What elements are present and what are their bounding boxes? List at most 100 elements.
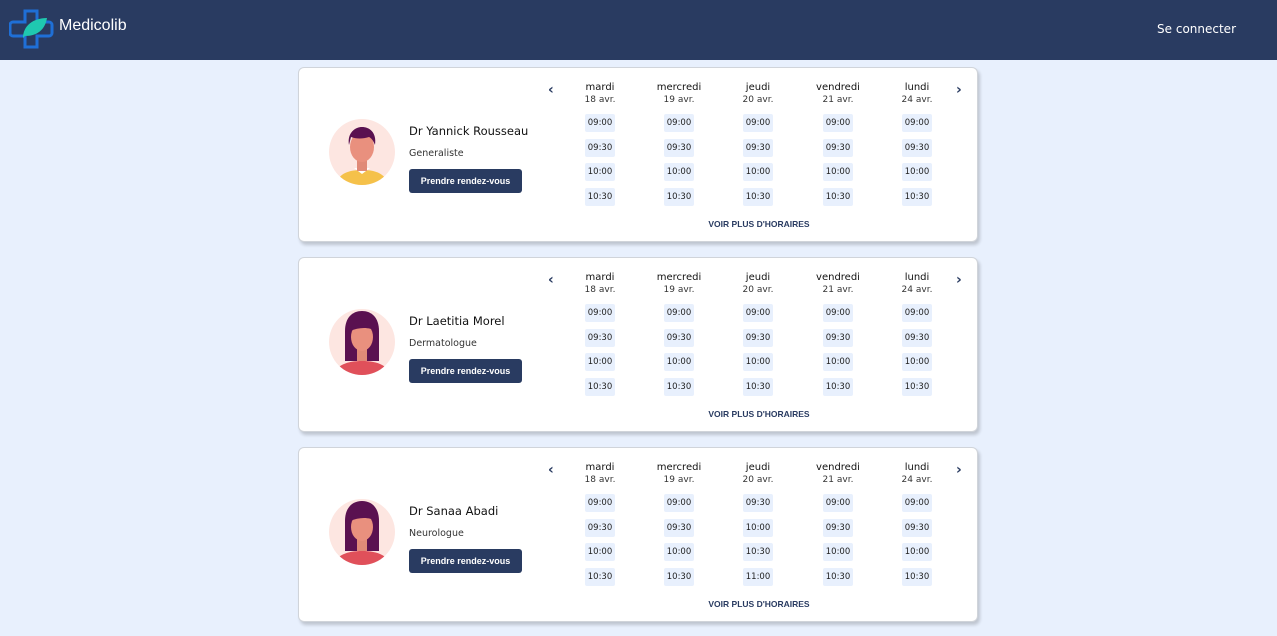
time-slot[interactable]: 10:00 (902, 163, 932, 181)
doctor-avatar (329, 499, 395, 565)
time-slot[interactable]: 09:30 (823, 518, 853, 537)
time-slot[interactable]: 09:00 (585, 114, 615, 132)
header: Medicolib Se connecter (0, 0, 1277, 60)
time-slot[interactable]: 10:00 (823, 163, 853, 181)
time-slot[interactable]: 10:00 (743, 163, 773, 181)
time-slot[interactable]: 10:30 (902, 567, 932, 586)
time-slot[interactable]: 09:30 (902, 518, 932, 537)
time-slot[interactable]: 09:30 (823, 138, 853, 157)
time-slot[interactable]: 10:00 (585, 543, 615, 561)
doctor-card: Dr Sanaa Abadi Neurologue Prendre rendez… (298, 447, 978, 622)
time-slot[interactable]: 10:30 (823, 567, 853, 586)
day-name: vendredi (816, 272, 860, 283)
more-times-link[interactable]: VOIR PLUS D'HORAIRES (299, 599, 979, 609)
doctor-card: Dr Yannick Rousseau Generaliste Prendre … (298, 67, 978, 242)
time-slot[interactable]: 09:30 (823, 328, 853, 347)
chevron-left-icon[interactable]: ‹ (548, 462, 554, 478)
book-appointment-button[interactable]: Prendre rendez-vous (409, 169, 522, 193)
doctor-name: Dr Sanaa Abadi (409, 504, 499, 518)
time-slot[interactable]: 09:00 (743, 114, 773, 132)
time-slot[interactable]: 10:30 (664, 567, 694, 586)
time-slot[interactable]: 09:30 (902, 328, 932, 347)
time-slot[interactable]: 09:30 (743, 494, 773, 512)
time-slot[interactable]: 10:00 (585, 353, 615, 371)
time-slot[interactable]: 09:00 (902, 494, 932, 512)
time-slot[interactable]: 10:30 (585, 377, 615, 396)
time-slot[interactable]: 09:00 (664, 114, 694, 132)
day-name: lundi (904, 462, 930, 473)
day-date: 24 avr. (901, 95, 933, 105)
chevron-left-icon[interactable]: ‹ (548, 82, 554, 98)
time-slot[interactable]: 09:30 (743, 138, 773, 157)
time-slot[interactable]: 10:30 (823, 187, 853, 206)
day-column: mercredi 19 avr. 09:00 09:30 10:00 10:30 (639, 462, 719, 592)
time-slot[interactable]: 10:30 (823, 377, 853, 396)
day-name: mardi (585, 82, 615, 93)
day-column: jeudi 20 avr. 09:00 09:30 10:00 10:30 (718, 272, 798, 402)
day-date: 18 avr. (584, 95, 616, 105)
more-times-link[interactable]: VOIR PLUS D'HORAIRES (299, 219, 979, 229)
time-slot[interactable]: 09:00 (585, 494, 615, 512)
time-slot[interactable]: 10:30 (743, 187, 773, 206)
time-slot[interactable]: 09:00 (902, 304, 932, 322)
time-slot[interactable]: 10:00 (823, 353, 853, 371)
day-date: 21 avr. (822, 285, 854, 295)
time-slot[interactable]: 09:30 (743, 328, 773, 347)
time-slot[interactable]: 10:00 (664, 163, 694, 181)
time-slot[interactable]: 09:00 (823, 494, 853, 512)
login-link[interactable]: Se connecter (1157, 22, 1236, 36)
more-times-link[interactable]: VOIR PLUS D'HORAIRES (299, 409, 979, 419)
time-slot[interactable]: 09:30 (664, 518, 694, 537)
time-slot[interactable]: 09:30 (585, 518, 615, 537)
time-slot[interactable]: 10:00 (823, 543, 853, 561)
time-slot[interactable]: 10:00 (743, 353, 773, 371)
time-slot[interactable]: 11:00 (743, 567, 773, 586)
time-slot[interactable]: 10:00 (902, 353, 932, 371)
time-slot[interactable]: 10:30 (664, 377, 694, 396)
time-slot[interactable]: 09:00 (743, 304, 773, 322)
day-column: lundi 24 avr. 09:00 09:30 10:00 10:30 (877, 462, 957, 592)
day-date: 18 avr. (584, 285, 616, 295)
time-slot[interactable]: 09:00 (823, 114, 853, 132)
time-slot[interactable]: 09:00 (664, 494, 694, 512)
time-slot[interactable]: 09:00 (585, 304, 615, 322)
time-slot[interactable]: 10:00 (902, 543, 932, 561)
book-appointment-button[interactable]: Prendre rendez-vous (409, 359, 522, 383)
time-slot[interactable]: 09:30 (585, 328, 615, 347)
time-slot[interactable]: 10:30 (743, 543, 773, 561)
time-slot[interactable]: 10:00 (664, 543, 694, 561)
time-slot[interactable]: 10:30 (664, 187, 694, 206)
day-date: 20 avr. (742, 475, 774, 485)
logo-icon (9, 9, 54, 49)
day-name: jeudi (745, 82, 771, 93)
time-slot[interactable]: 09:30 (664, 138, 694, 157)
day-name: vendredi (816, 82, 860, 93)
time-slot[interactable]: 09:30 (902, 138, 932, 157)
day-column: mardi 18 avr. 09:00 09:30 10:00 10:30 (560, 82, 640, 212)
time-slot[interactable]: 10:30 (585, 567, 615, 586)
time-slot[interactable]: 09:00 (902, 114, 932, 132)
time-slot[interactable]: 09:30 (585, 138, 615, 157)
time-slot[interactable]: 10:30 (902, 377, 932, 396)
time-slot[interactable]: 10:00 (585, 163, 615, 181)
time-slot[interactable]: 10:00 (743, 518, 773, 537)
time-slot[interactable]: 10:30 (902, 187, 932, 206)
doctor-specialty: Neurologue (409, 528, 464, 539)
day-column: mardi 18 avr. 09:00 09:30 10:00 10:30 (560, 462, 640, 592)
day-date: 19 avr. (663, 285, 695, 295)
day-name: lundi (904, 272, 930, 283)
day-name: mercredi (656, 272, 702, 283)
chevron-left-icon[interactable]: ‹ (548, 272, 554, 288)
time-slot[interactable]: 09:00 (664, 304, 694, 322)
time-slot[interactable]: 10:00 (664, 353, 694, 371)
doctor-avatar (329, 119, 395, 185)
day-column: mardi 18 avr. 09:00 09:30 10:00 10:30 (560, 272, 640, 402)
day-name: jeudi (745, 272, 771, 283)
time-slot[interactable]: 09:30 (664, 328, 694, 347)
doctor-avatar (329, 309, 395, 375)
time-slot[interactable]: 10:30 (585, 187, 615, 206)
doctor-name: Dr Yannick Rousseau (409, 124, 529, 138)
time-slot[interactable]: 10:30 (743, 377, 773, 396)
time-slot[interactable]: 09:00 (823, 304, 853, 322)
book-appointment-button[interactable]: Prendre rendez-vous (409, 549, 522, 573)
